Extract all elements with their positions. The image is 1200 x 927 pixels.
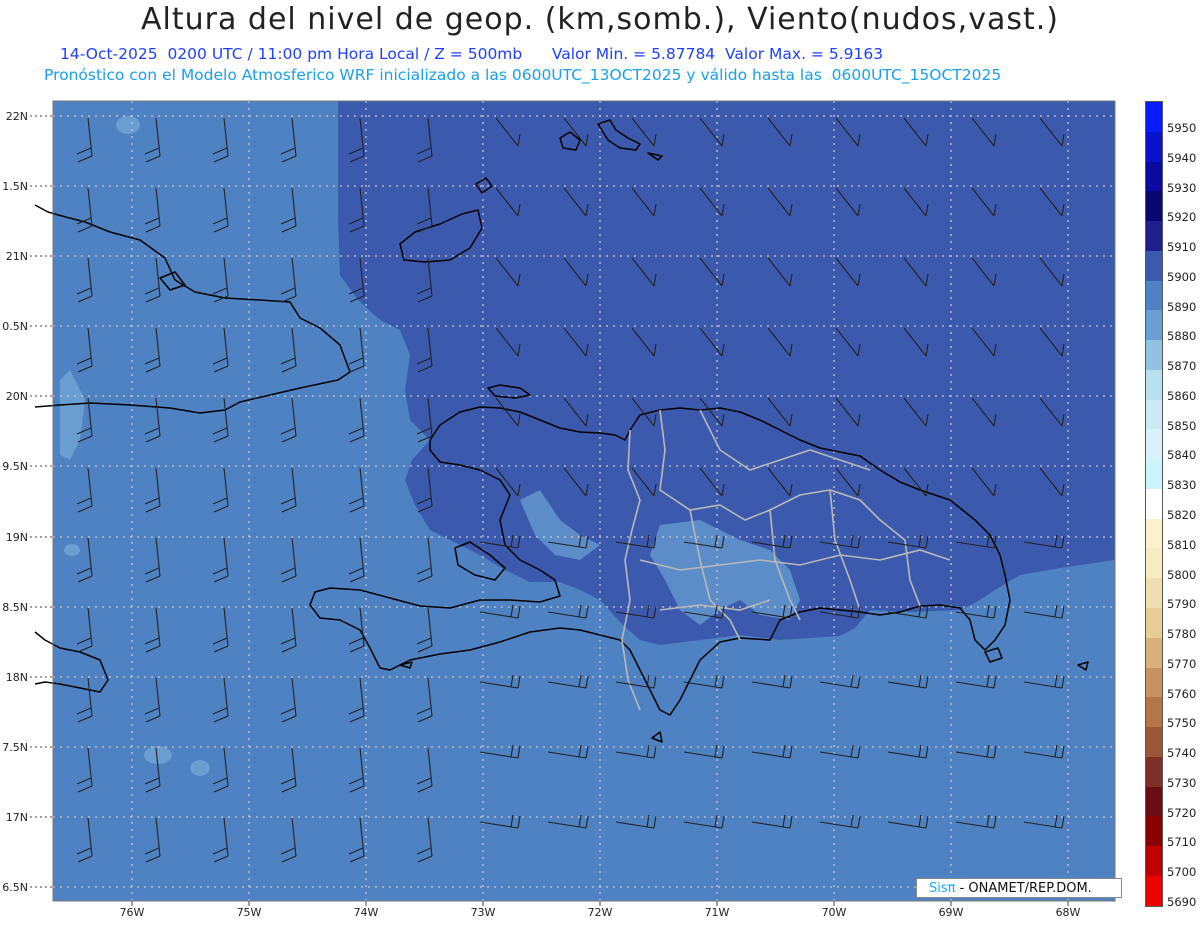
colorbar-swatch (1146, 429, 1162, 460)
colorbar-label: 5780 (1167, 627, 1197, 642)
colorbar-swatch (1146, 191, 1162, 222)
lon-label: 70W (822, 906, 847, 919)
colorbar-label: 5940 (1167, 150, 1197, 165)
colorbar-swatch (1146, 786, 1162, 817)
colorbar-swatch (1146, 608, 1162, 638)
colorbar-label: 5860 (1167, 388, 1197, 403)
lat-ticks (30, 115, 53, 888)
colorbar-label: 5690 (1167, 895, 1197, 910)
lat-label: 9.5N (2, 460, 28, 473)
colorbar-swatch (1146, 250, 1162, 281)
colorbar-label: 5810 (1167, 537, 1197, 552)
lat-label: 6.5N (2, 881, 28, 894)
colorbar-swatch (1146, 221, 1162, 251)
lat-label: 18N (6, 671, 28, 684)
lat-label: 21N (6, 250, 28, 263)
colorbar-swatch (1146, 310, 1162, 341)
colorbar-label: 5890 (1167, 299, 1197, 314)
colorbar-swatch (1146, 846, 1162, 876)
field-5880-spot-3 (190, 760, 210, 776)
colorbar-label: 5790 (1167, 597, 1197, 612)
lon-ticks (131, 901, 1069, 906)
lon-label: 73W (471, 906, 496, 919)
lon-label: 69W (939, 906, 964, 919)
field-5880-spot-1 (116, 116, 140, 134)
colorbar-swatch (1146, 399, 1162, 430)
colorbar-label: 5710 (1167, 835, 1197, 850)
lat-label: 0.5N (2, 320, 28, 333)
colorbar-swatch (1146, 756, 1162, 787)
colorbar-label: 5900 (1167, 269, 1197, 284)
lat-label: 17N (6, 811, 28, 824)
colorbar-swatch (1146, 340, 1162, 370)
colorbar-swatch (1146, 102, 1162, 132)
colorbar-swatch (1146, 131, 1162, 162)
colorbar-label: 5910 (1167, 240, 1197, 255)
colorbar-label: 5740 (1167, 746, 1197, 761)
colorbar-label: 5770 (1167, 656, 1197, 671)
colorbar-swatch (1146, 875, 1162, 906)
lat-label: 1.5N (2, 180, 28, 193)
credit-text: - ONAMET/REP.DOM. (955, 881, 1092, 896)
lat-label: 20N (6, 390, 28, 403)
lon-label: 68W (1056, 906, 1081, 919)
lat-label: 7.5N (2, 741, 28, 754)
lat-label: 22N (6, 110, 28, 123)
colorbar-swatch (1146, 697, 1162, 728)
colorbar-label: 5870 (1167, 359, 1197, 374)
colorbar-label: 5750 (1167, 716, 1197, 731)
lon-label: 71W (705, 906, 730, 919)
field-5880-spot-2 (144, 746, 172, 764)
credit-logo: Sisπ (929, 881, 956, 896)
field-5880-spot-4 (64, 544, 80, 556)
colorbar-label: 5820 (1167, 508, 1197, 522)
colorbar (1145, 101, 1163, 907)
colorbar-label: 5880 (1167, 329, 1197, 344)
lon-label: 74W (354, 906, 379, 919)
lon-label: 72W (588, 906, 613, 919)
colorbar-swatch (1146, 161, 1162, 192)
colorbar-label: 5700 (1167, 865, 1197, 880)
colorbar-label: 5830 (1167, 478, 1197, 493)
colorbar-swatch (1146, 280, 1162, 311)
colorbar-label: 5850 (1167, 418, 1197, 433)
lon-label: 76W (120, 906, 145, 919)
colorbar-label: 5950 (1167, 121, 1197, 135)
colorbar-label: 5840 (1167, 448, 1197, 463)
colorbar-swatch (1146, 667, 1162, 698)
colorbar-swatch (1146, 488, 1162, 519)
credit-box: Sisπ - ONAMET/REP.DOM. (916, 878, 1122, 898)
lon-labels: 76W 75W 74W 73W 72W 71W 70W 69W 68W (120, 906, 1081, 919)
colorbar-label: 5920 (1167, 210, 1197, 225)
colorbar-swatch (1146, 816, 1162, 847)
colorbar-swatch (1146, 518, 1162, 549)
colorbar-swatch (1146, 459, 1162, 489)
colorbar-label: 5800 (1167, 567, 1197, 582)
colorbar-label: 5760 (1167, 686, 1197, 701)
colorbar-swatch (1146, 369, 1162, 400)
colorbar-swatch (1146, 578, 1162, 609)
colorbar-swatch (1146, 637, 1162, 668)
colorbar-label: 5930 (1167, 180, 1197, 195)
lat-labels: 22N 1.5N 21N 0.5N 20N 9.5N 19N 8.5N 18N … (2, 110, 28, 894)
colorbar-swatch (1146, 727, 1162, 757)
lat-label: 8.5N (2, 601, 28, 614)
forecast-map: 22N 1.5N 21N 0.5N 20N 9.5N 19N 8.5N 18N … (2, 100, 1116, 919)
colorbar-label: 5730 (1167, 775, 1197, 790)
lon-label: 75W (237, 906, 262, 919)
colorbar-swatch (1146, 548, 1162, 579)
colorbar-label: 5720 (1167, 805, 1197, 820)
lat-label: 19N (6, 531, 28, 544)
